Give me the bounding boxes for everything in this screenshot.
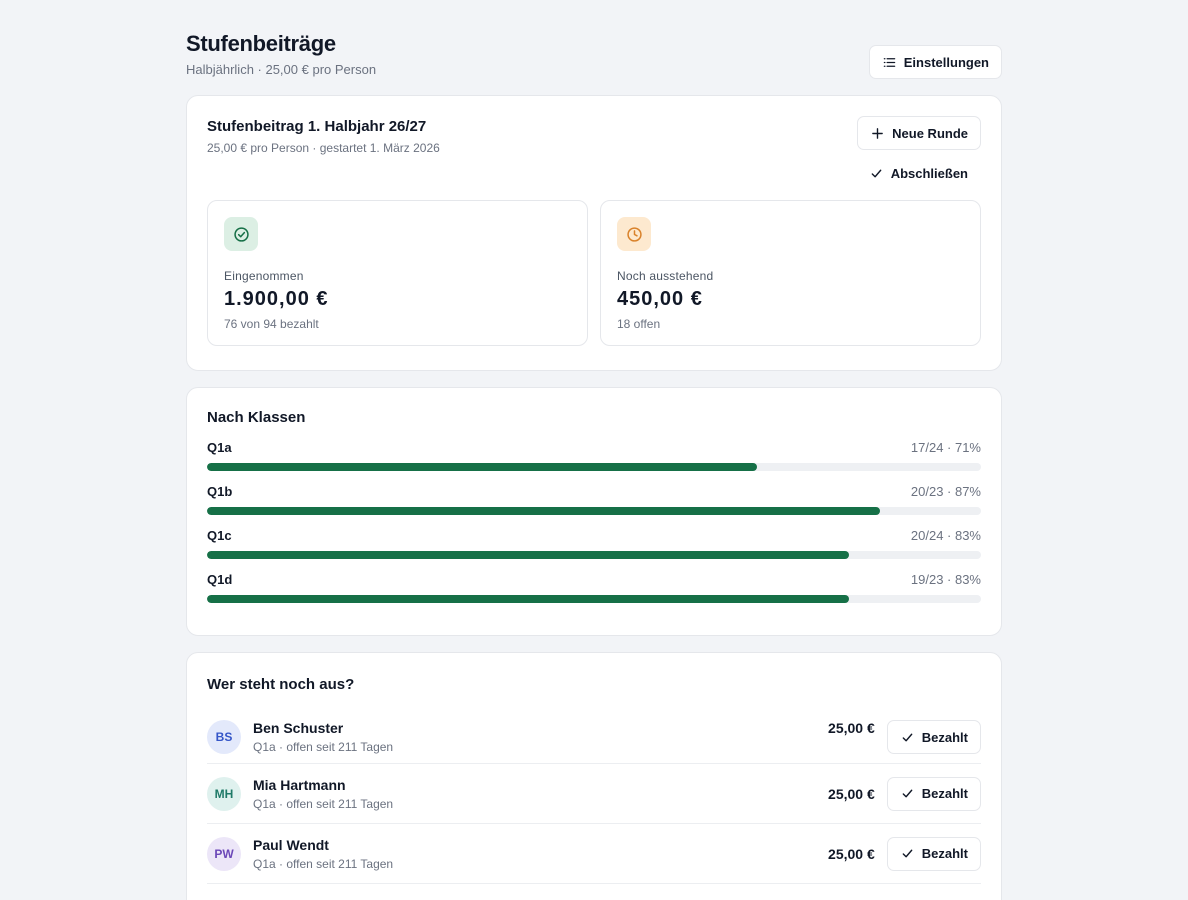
mark-paid-button[interactable]: Bezahlt xyxy=(886,720,981,754)
person-amount: 25,00 € xyxy=(828,720,875,736)
class-name: Q1b xyxy=(207,484,233,499)
avatar: PW xyxy=(207,836,241,871)
class-row: Q1a 17/24 · 71% xyxy=(207,440,981,471)
person-name: Paul Wendt xyxy=(253,836,329,853)
person-info: Mia Hartmann Q1a · offen seit 211 Tagen xyxy=(253,777,828,811)
class-stat: 19/23 · 83% xyxy=(910,572,981,587)
page-title: Stufenbeiträge xyxy=(186,31,336,56)
mark-paid-label: Bezahlt xyxy=(921,846,968,861)
mark-paid-label: Bezahlt xyxy=(921,729,968,745)
stat-received-value: 1.900,00 € xyxy=(224,288,329,310)
person-name: Ben Schuster xyxy=(253,720,344,736)
list-icon xyxy=(883,57,896,67)
stat-received-label: Eingenommen xyxy=(224,269,304,283)
avatar: MH xyxy=(207,776,241,811)
class-name: Q1a xyxy=(207,440,232,455)
class-list: Q1a 17/24 · 71% Q1b 20/23 · 87% Q1c 20/2… xyxy=(207,440,981,603)
close-round-label: Abschließen xyxy=(890,165,968,181)
progress-bar xyxy=(207,463,981,471)
check-icon xyxy=(871,169,882,177)
class-name: Q1d xyxy=(207,572,233,587)
pending-title: Wer steht noch aus? xyxy=(207,676,355,693)
stat-outstanding-label: Noch ausstehend xyxy=(617,269,714,283)
stat-outstanding-value: 450,00 € xyxy=(617,288,703,310)
page-header: Stufenbeiträge Halbjährlich · 25,00 € pr… xyxy=(186,31,1002,95)
person-amount: 25,00 € xyxy=(828,785,875,802)
round-header: Stufenbeitrag 1. Halbjahr 26/27 25,00 € … xyxy=(207,116,981,190)
mark-paid-button[interactable]: Bezahlt xyxy=(886,776,981,811)
class-stat: 20/24 · 83% xyxy=(910,528,981,543)
progress-bar xyxy=(207,551,981,559)
class-row: Q1b 20/23 · 87% xyxy=(207,484,981,515)
round-info: Stufenbeitrag 1. Halbjahr 26/27 25,00 € … xyxy=(207,116,440,190)
list-item: MH Mia Hartmann Q1a · offen seit 211 Tag… xyxy=(207,764,981,824)
new-round-label: Neue Runde xyxy=(892,125,968,141)
person-meta: Q1a · offen seit 211 Tagen xyxy=(253,856,394,871)
round-card: Stufenbeitrag 1. Halbjahr 26/27 25,00 € … xyxy=(186,95,1002,371)
close-round-button[interactable]: Abschließen xyxy=(856,156,981,190)
page-subtitle: Halbjährlich · 25,00 € pro Person xyxy=(186,62,377,77)
mark-paid-label: Bezahlt xyxy=(921,786,968,801)
page: Stufenbeiträge Halbjährlich · 25,00 € pr… xyxy=(186,0,1002,900)
check-icon xyxy=(902,849,913,858)
round-actions: Neue Runde Abschließen xyxy=(856,116,981,190)
check-circle-icon xyxy=(224,217,258,251)
person-name: Mia Hartmann xyxy=(253,776,346,793)
stats-row: Eingenommen 1.900,00 € 76 von 94 bezahlt… xyxy=(207,200,981,346)
class-name: Q1c xyxy=(207,528,232,543)
progress-bar xyxy=(207,507,981,515)
stat-received-note: 76 von 94 bezahlt xyxy=(224,317,319,331)
progress-fill xyxy=(207,551,850,559)
person-info: Ben Schuster Q1a · offen seit 211 Tagen xyxy=(253,720,828,754)
progress-bar xyxy=(207,595,981,603)
clock-icon xyxy=(617,217,651,251)
title-block: Stufenbeiträge Halbjährlich · 25,00 € pr… xyxy=(186,31,376,77)
class-row: Q1d 19/23 · 83% xyxy=(207,572,981,603)
classes-card: Nach Klassen Q1a 17/24 · 71% Q1b 20/23 ·… xyxy=(186,387,1002,636)
mark-paid-button[interactable]: Bezahlt xyxy=(886,836,981,871)
avatar: BS xyxy=(207,720,241,754)
settings-label: Einstellungen xyxy=(903,54,989,70)
settings-button[interactable]: Einstellungen xyxy=(868,45,1002,79)
pending-card: Wer steht noch aus? BS Ben Schuster Q1a … xyxy=(186,652,1002,900)
check-icon xyxy=(902,733,913,741)
person-meta: Q1a · offen seit 211 Tagen xyxy=(253,740,394,754)
person-meta: Q1a · offen seit 211 Tagen xyxy=(253,796,394,811)
round-subtitle: 25,00 € pro Person · gestartet 1. März 2… xyxy=(207,141,440,155)
person-info: Paul Wendt Q1a · offen seit 211 Tagen xyxy=(253,837,828,871)
list-item: PW Paul Wendt Q1a · offen seit 211 Tagen… xyxy=(207,824,981,884)
progress-fill xyxy=(207,595,850,603)
classes-title: Nach Klassen xyxy=(207,409,306,426)
stat-received: Eingenommen 1.900,00 € 76 von 94 bezahlt xyxy=(207,200,588,346)
pending-list: BS Ben Schuster Q1a · offen seit 211 Tag… xyxy=(207,710,981,884)
new-round-button[interactable]: Neue Runde xyxy=(857,116,981,150)
progress-fill xyxy=(207,507,881,515)
stat-outstanding-note: 18 offen xyxy=(617,317,661,331)
person-amount: 25,00 € xyxy=(828,845,875,862)
list-item: BS Ben Schuster Q1a · offen seit 211 Tag… xyxy=(207,710,981,764)
plus-icon xyxy=(872,127,883,139)
class-stat: 17/24 · 71% xyxy=(910,440,981,455)
check-icon xyxy=(902,789,913,798)
round-title: Stufenbeitrag 1. Halbjahr 26/27 xyxy=(207,118,427,135)
progress-fill xyxy=(207,463,757,471)
class-stat: 20/23 · 87% xyxy=(910,484,981,499)
class-row: Q1c 20/24 · 83% xyxy=(207,528,981,559)
stat-outstanding: Noch ausstehend 450,00 € 18 offen xyxy=(600,200,981,346)
